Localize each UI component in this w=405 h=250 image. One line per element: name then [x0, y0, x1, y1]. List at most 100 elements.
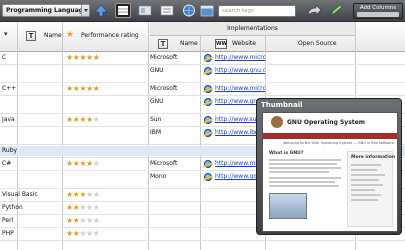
language-name[interactable]: Java — [2, 115, 15, 125]
sort-ascending-button[interactable] — [93, 3, 109, 18]
browser-icon[interactable] — [204, 173, 212, 181]
browser-icon[interactable] — [204, 85, 212, 93]
star-icon[interactable]: ★ — [66, 216, 73, 225]
preview-section-more-info: More information — [351, 155, 396, 160]
language-name[interactable]: Visual Basic — [2, 190, 38, 200]
browser-icon[interactable] — [204, 98, 212, 106]
preview-heading: GNU Operating System — [287, 119, 365, 126]
implementation-name[interactable]: Microsoft — [150, 159, 177, 169]
website-link[interactable]: http://www.gnu.org — [215, 66, 265, 76]
thumbnail-preview[interactable]: GNU Operating System Welcome to the GNU … — [262, 112, 398, 232]
star-icon[interactable]: ★ — [86, 190, 93, 199]
preview-sidebar-line — [351, 174, 385, 176]
row-divider — [0, 64, 405, 65]
star-icon[interactable]: ★ — [93, 203, 100, 212]
browser-icon[interactable] — [204, 54, 212, 62]
star-icon[interactable]: ★ — [86, 53, 93, 62]
star-icon[interactable]: ★ — [93, 190, 100, 199]
row-divider — [0, 82, 405, 83]
header-implementations[interactable]: Implementations — [150, 22, 355, 36]
implementation-name[interactable]: Mono — [150, 172, 166, 182]
star-icon[interactable]: ★ — [66, 229, 73, 238]
language-name[interactable]: C++ — [2, 84, 16, 94]
star-icon[interactable]: ★ — [79, 115, 86, 124]
header-open-source[interactable]: Open Source — [298, 40, 337, 47]
star-icon[interactable]: ★ — [79, 203, 86, 212]
view-list-button[interactable] — [159, 3, 175, 18]
star-icon[interactable]: ★ — [79, 229, 86, 238]
star-icon[interactable]: ★ — [66, 203, 73, 212]
list-view-icon — [160, 5, 174, 16]
rating-stars[interactable]: ★★★★★ — [66, 229, 100, 239]
star-icon[interactable]: ★ — [93, 53, 100, 62]
language-name[interactable]: Perl — [2, 216, 13, 226]
header-impl-name[interactable]: Name — [180, 40, 198, 47]
language-name[interactable]: C — [2, 53, 6, 63]
window-button[interactable] — [199, 3, 215, 18]
browser-icon[interactable] — [204, 129, 212, 137]
browser-button[interactable] — [181, 3, 197, 18]
preview-text-line — [269, 167, 341, 169]
rating-stars[interactable]: ★★★★★ — [66, 216, 100, 226]
browser-icon[interactable] — [204, 116, 212, 124]
search-input[interactable]: search tags — [218, 5, 296, 17]
website-link[interactable]: http://www.micro — [215, 53, 265, 63]
star-icon[interactable]: ★ — [66, 53, 73, 62]
header-website[interactable]: Website — [232, 40, 256, 47]
preview-sidebar-line — [351, 164, 381, 166]
browser-icon[interactable] — [204, 160, 212, 168]
star-icon[interactable]: ★ — [93, 84, 100, 93]
rating-stars[interactable]: ★★★★★ — [66, 84, 100, 94]
implementation-name[interactable]: Microsoft — [150, 53, 177, 63]
star-icon[interactable]: ★ — [86, 84, 93, 93]
rating-stars[interactable]: ★★★★★ — [66, 190, 100, 200]
column-select[interactable]: Programming Language — [2, 4, 90, 17]
implementation-name[interactable]: Microsoft — [150, 84, 177, 94]
share-button[interactable] — [305, 3, 322, 18]
star-icon[interactable]: ★ — [66, 115, 73, 124]
implementation-name[interactable]: Sun — [150, 115, 161, 125]
rating-stars[interactable]: ★★★★★ — [66, 53, 100, 63]
language-name[interactable]: PHP — [2, 229, 14, 239]
star-icon[interactable]: ★ — [93, 216, 100, 225]
implementation-name[interactable]: IBM — [150, 128, 161, 138]
preview-sidebar-line — [351, 169, 377, 171]
language-name[interactable]: Ruby — [2, 146, 17, 156]
star-icon[interactable]: ★ — [66, 159, 73, 168]
star-icon[interactable]: ★ — [86, 159, 93, 168]
star-icon[interactable]: ★ — [93, 159, 100, 168]
header-name[interactable]: Name — [44, 32, 62, 39]
star-icon[interactable]: ★ — [86, 203, 93, 212]
view-cards-button[interactable] — [137, 3, 153, 18]
add-columns-dropdown[interactable] — [357, 12, 399, 17]
star-icon[interactable]: ★ — [86, 216, 93, 225]
star-icon[interactable]: ★ — [86, 115, 93, 124]
star-icon[interactable]: ★ — [79, 53, 86, 62]
star-icon[interactable]: ★ — [79, 159, 86, 168]
gnu-logo-icon — [271, 116, 283, 128]
star-icon[interactable]: ★ — [86, 229, 93, 238]
implementation-name[interactable]: GNU — [150, 66, 164, 76]
table-row[interactable] — [0, 53, 405, 81]
rating-stars[interactable]: ★★★★★ — [66, 203, 100, 213]
star-icon[interactable]: ★ — [93, 229, 100, 238]
star-icon[interactable]: ★ — [79, 190, 86, 199]
website-link[interactable]: http://www.micro — [215, 84, 265, 94]
star-icon[interactable]: ★ — [66, 190, 73, 199]
star-icon[interactable]: ★ — [66, 84, 73, 93]
header-performance-rating[interactable]: Performance rating — [81, 32, 139, 39]
rating-stars[interactable]: ★★★★★ — [66, 159, 100, 169]
browser-icon[interactable] — [204, 67, 212, 75]
tag-button[interactable] — [328, 3, 344, 18]
view-table-button[interactable] — [115, 3, 131, 18]
star-icon[interactable]: ★ — [79, 216, 86, 225]
star-icon[interactable]: ★ — [79, 84, 86, 93]
implementation-name[interactable]: GNU — [150, 97, 164, 107]
add-columns-button[interactable]: Add Columns — [353, 3, 403, 19]
language-name[interactable]: Python — [2, 203, 23, 213]
collapse-all-icon[interactable]: ▾ — [4, 30, 8, 38]
text-type-icon: T — [26, 31, 36, 41]
rating-stars[interactable]: ★★★★★ — [66, 115, 100, 125]
star-icon[interactable]: ★ — [93, 115, 100, 124]
language-name[interactable]: C# — [2, 159, 11, 169]
